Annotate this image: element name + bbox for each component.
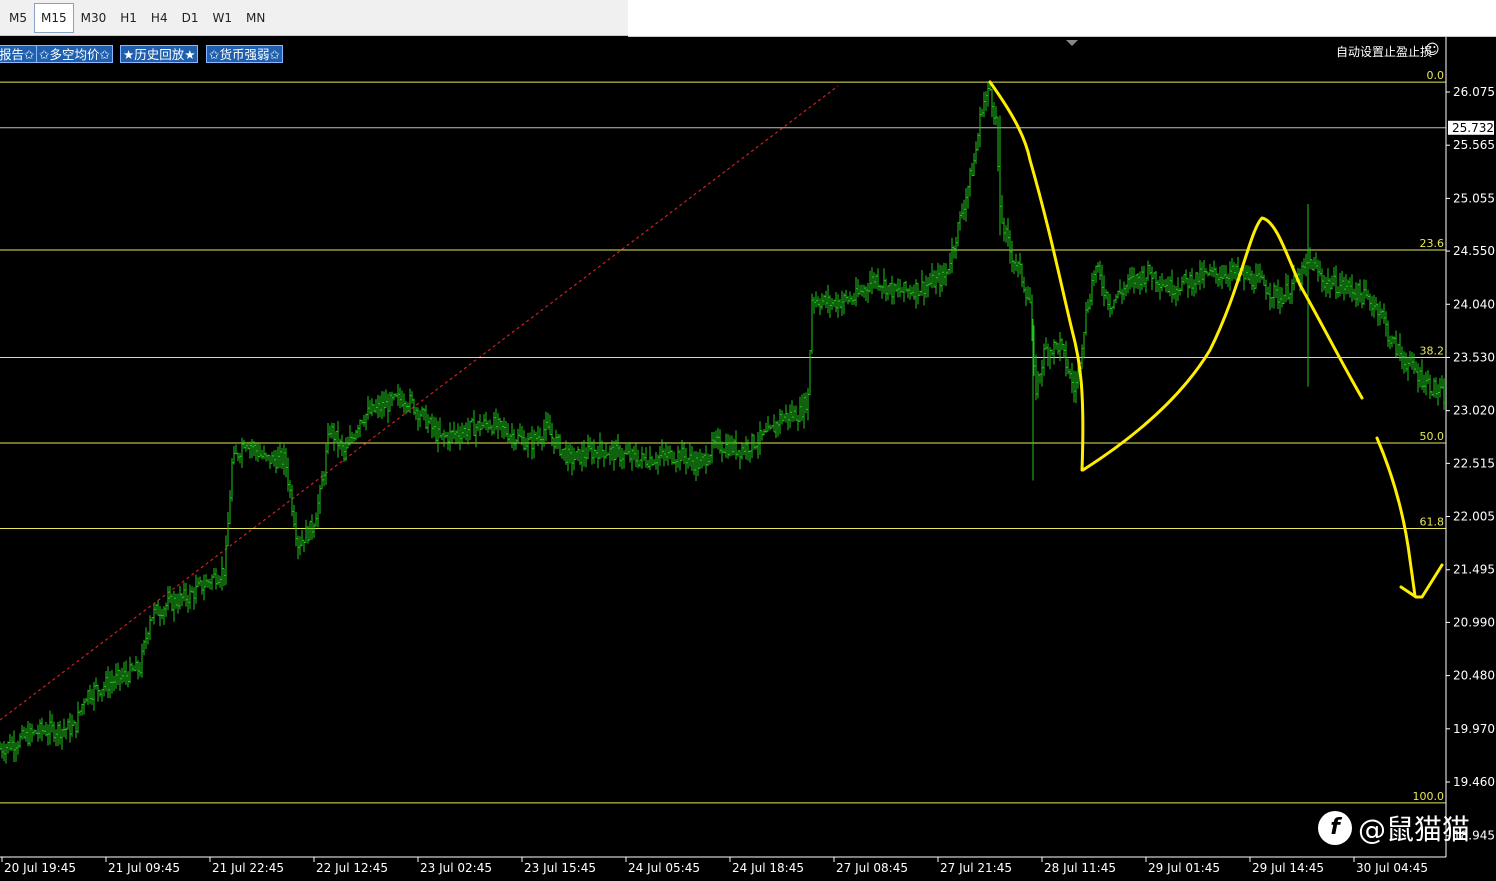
price-tick-label: 22.005 <box>1453 510 1495 524</box>
fib-label-100-0: 100.0 <box>1413 790 1445 803</box>
time-tick-label: 21 Jul 09:45 <box>108 861 180 875</box>
price-tick-label: 22.515 <box>1453 456 1495 470</box>
timeframe-m30-button[interactable]: M30 <box>74 3 114 33</box>
timeframe-toolbar: M5 M15 M30 H1 H4 D1 W1 MN <box>0 0 628 36</box>
time-tick-label: 28 Jul 11:45 <box>1044 861 1116 875</box>
price-tick-label: 20.480 <box>1453 669 1495 683</box>
price-tick-label: 19.970 <box>1453 722 1495 736</box>
history-replay-button[interactable]: ★历史回放★ <box>120 45 199 63</box>
toolbar-blank-area <box>628 0 1496 37</box>
fib-label-61-8: 61.8 <box>1420 516 1445 529</box>
time-tick-label: 27 Jul 21:45 <box>940 861 1012 875</box>
time-tick-label: 29 Jul 14:45 <box>1252 861 1324 875</box>
time-tick-label: 30 Jul 04:45 <box>1356 861 1428 875</box>
watermark: f @鼠猫猫 <box>1318 808 1470 848</box>
time-tick-label: 27 Jul 08:45 <box>836 861 908 875</box>
time-tick-label: 22 Jul 12:45 <box>316 861 388 875</box>
timeframe-m15-button[interactable]: M15 <box>34 2 74 33</box>
smiley-icon[interactable]: ☺ <box>1425 42 1440 58</box>
price-chart[interactable]: 0.0 23.6 38.2 50.0 61.8 100.0 26.075 25.565 25.0… <box>0 37 1496 881</box>
fib-label-38-2: 38.2 <box>1420 344 1445 357</box>
price-tick-label: 23.530 <box>1453 350 1495 364</box>
watermark-text: @鼠猫猫 <box>1358 813 1471 846</box>
time-tick-label: 24 Jul 05:45 <box>628 861 700 875</box>
currency-strength-button[interactable]: ✩货币强弱✩ <box>206 45 283 63</box>
price-tick-label: 21.495 <box>1453 563 1495 577</box>
timeframe-mn-button[interactable]: MN <box>239 3 272 33</box>
timeframe-h4-button[interactable]: H4 <box>144 3 175 33</box>
time-tick-label: 23 Jul 02:45 <box>420 861 492 875</box>
timeframe-w1-button[interactable]: W1 <box>205 3 239 33</box>
timeframe-m5-button[interactable]: M5 <box>2 3 34 33</box>
auto-stop-label[interactable]: 自动设置止盈止损 <box>1336 43 1432 60</box>
fib-label-0-0: 0.0 <box>1427 69 1445 82</box>
time-tick-label: 20 Jul 19:45 <box>4 861 76 875</box>
price-tick-label: 24.550 <box>1453 244 1495 258</box>
price-tick-label: 25.055 <box>1453 191 1495 205</box>
current-price-label: 25.732 <box>1452 121 1494 135</box>
fib-label-23-6: 23.6 <box>1420 237 1445 250</box>
price-tick-label: 26.075 <box>1453 85 1495 99</box>
timeframe-h1-button[interactable]: H1 <box>113 3 144 33</box>
price-tick-label: 23.020 <box>1453 404 1495 418</box>
time-tick-label: 21 Jul 22:45 <box>212 861 284 875</box>
watermark-logo-icon: f <box>1318 811 1352 845</box>
fib-label-50-0: 50.0 <box>1420 430 1445 443</box>
timeframe-d1-button[interactable]: D1 <box>175 3 206 33</box>
time-tick-label: 29 Jul 01:45 <box>1148 861 1220 875</box>
report-button[interactable]: 报告✩ <box>0 45 38 63</box>
long-short-average-button[interactable]: ✩多空均价✩ <box>36 45 113 63</box>
price-tick-label: 19.460 <box>1453 775 1495 789</box>
time-tick-label: 23 Jul 15:45 <box>524 861 596 875</box>
price-tick-label: 25.565 <box>1453 138 1495 152</box>
price-tick-label: 20.990 <box>1453 615 1495 629</box>
price-tick-label: 24.040 <box>1453 297 1495 311</box>
time-tick-label: 24 Jul 18:45 <box>732 861 804 875</box>
